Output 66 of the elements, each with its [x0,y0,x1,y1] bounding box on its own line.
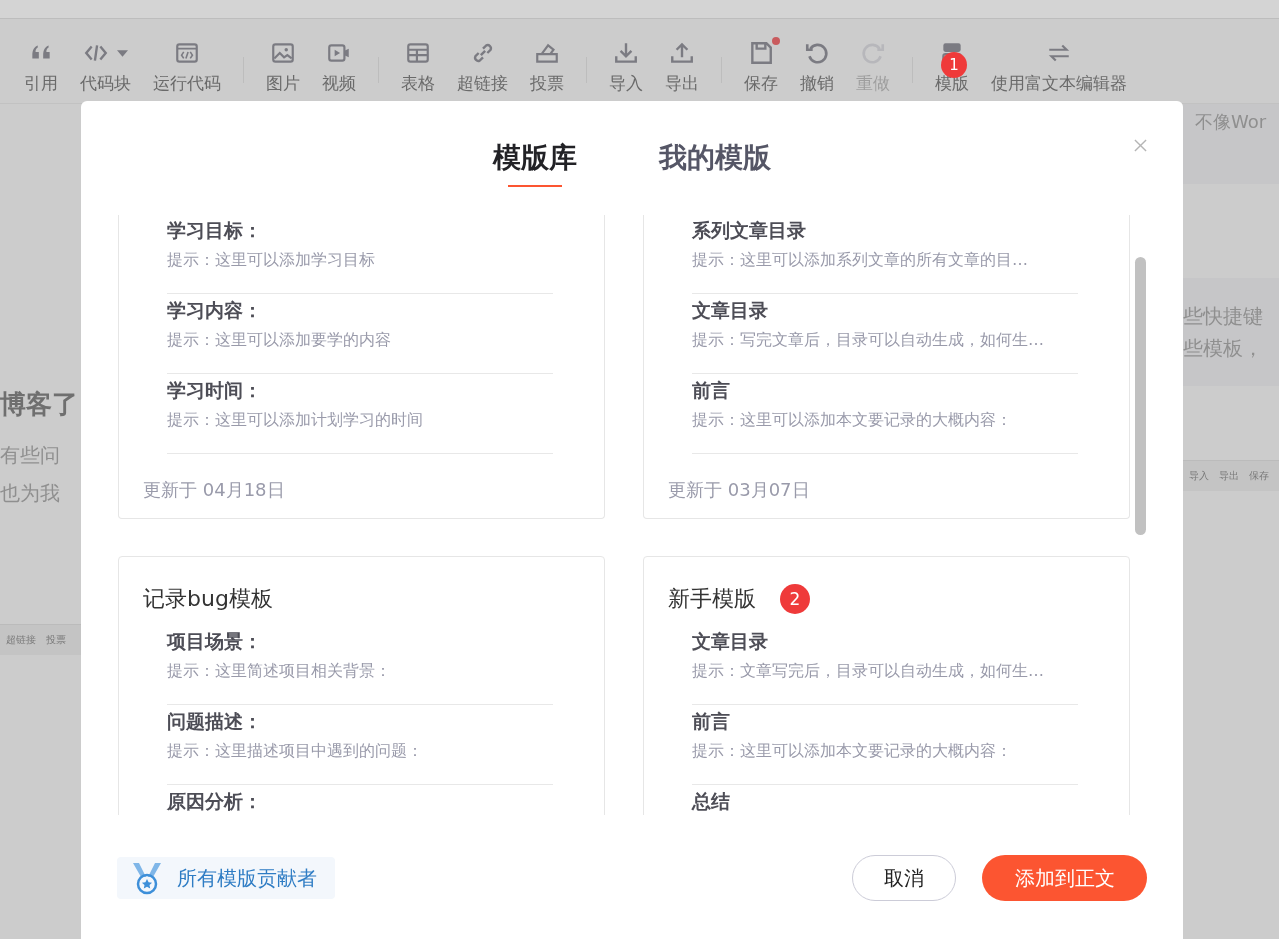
section-title: 学习内容： [167,298,263,323]
editor-text: 有些问 [0,442,61,469]
section-title: 系列文章目录 [692,218,807,243]
toolbar-button[interactable]: 导入 [609,40,643,103]
download-icon [613,40,639,66]
toolbar-button[interactable]: 超链接 [457,40,508,103]
editor-text: 不像Wor [1195,111,1267,132]
scrollbar[interactable] [1135,257,1146,535]
editor-text: 些快捷键 [1183,303,1264,330]
section-title: 前言 [692,709,731,734]
step-badge: 2 [780,584,810,614]
section-hint: 提示：这里描述项目中遇到的问题： [167,741,424,762]
toolbar-button[interactable]: 导出 [665,40,699,103]
toolbar-button[interactable]: 运行代码 [153,40,221,103]
mini-toolbar-label: 保存 [1249,469,1269,483]
section-title: 项目场景： [167,629,263,654]
section-hint: 提示：这里可以添加本文要记录的大概内容： [692,410,1013,431]
toolbar-button[interactable]: 代码块 [80,40,131,103]
section-title: 文章目录 [692,298,769,323]
dialog-tab[interactable]: 我的模版 [659,139,771,187]
toolbar-button[interactable]: 撤销 [800,40,834,103]
table-icon [405,40,431,66]
editor-text: 博客了 [0,388,79,421]
toolbar-button[interactable]: 视频 [322,40,356,103]
section-title: 前言 [692,378,731,403]
save-icon [748,40,774,66]
section-title: 问题描述： [167,709,263,734]
toolbar-button[interactable]: 表格 [401,40,435,103]
upload-icon [669,40,695,66]
section-hint: 提示：写完文章后，目录可以自动生成，如何生… [692,330,1045,351]
mini-toolbar-label: 超链接 [6,633,36,647]
toolbar-button[interactable]: 保存 [744,40,778,103]
section-title: 学习目标： [167,218,263,243]
editor-text: 也为我 [0,480,61,507]
section-hint: 提示：这里可以添加计划学习的时间 [167,410,424,431]
mini-toolbar-label: 导出 [1219,469,1239,483]
toolbar-button[interactable]: 图片 [266,40,300,103]
contributors-button[interactable]: 所有模版贡献者 [117,857,335,899]
section-hint: 提示：这里可以添加本文要记录的大概内容： [692,741,1013,762]
code-window-icon [174,40,200,66]
template-card[interactable]: 系列文章目录 提示：这里可以添加系列文章的所有文章的目… 文章目录 提示：写完文章后，目录可以自动生成，如何生… 前言 提示：这里可以添加本文要记录的大概内容： 更新于 03月07日 [643,215,1130,519]
section-title: 原因分析： [167,789,263,814]
section-title: 文章目录 [692,629,769,654]
toolbar-button[interactable]: 引用 [24,40,58,103]
section-hint: 提示：这里简述项目相关背景： [167,661,392,682]
mini-toolbar-label: 导入 [1189,469,1209,483]
card-title: 新手模版 [668,585,756,613]
mini-toolbar-label: 投票 [46,633,66,647]
section-hint: 提示：这里可以添加系列文章的所有文章的目… [692,250,1029,271]
toolbar-button[interactable]: 使用富文本编辑器 [991,40,1127,103]
section-title: 总结 [692,789,731,814]
section-title: 学习时间： [167,378,263,403]
section-hint: 提示：这里可以添加学习目标 [167,250,376,271]
editor-text: 些模板， [1183,335,1264,362]
section-hint: 提示：这里可以添加要学的内容 [167,330,392,351]
dialog-tab[interactable]: 模版库 [493,139,577,189]
section-hint: 提示：文章写完后，目录可以自动生成，如何生… [692,661,1045,682]
updated-date: 更新于 03月07日 [668,478,811,502]
image-icon [270,40,296,66]
add-to-body-button[interactable]: 添加到正文 [982,855,1147,901]
updated-date: 更新于 04月18日 [143,478,286,502]
cancel-button[interactable]: 取消 [852,855,956,901]
toolbar-button[interactable]: 投票 [530,40,564,103]
template-card[interactable]: 学习目标： 提示：这里可以添加学习目标 学习内容： 提示：这里可以添加要学的内容 学习时间： 提示：这里可以添加计划学习的时间 更新于 04月18日 [118,215,605,519]
card-title: 记录bug模板 [143,585,273,613]
close-icon[interactable] [1134,139,1147,152]
